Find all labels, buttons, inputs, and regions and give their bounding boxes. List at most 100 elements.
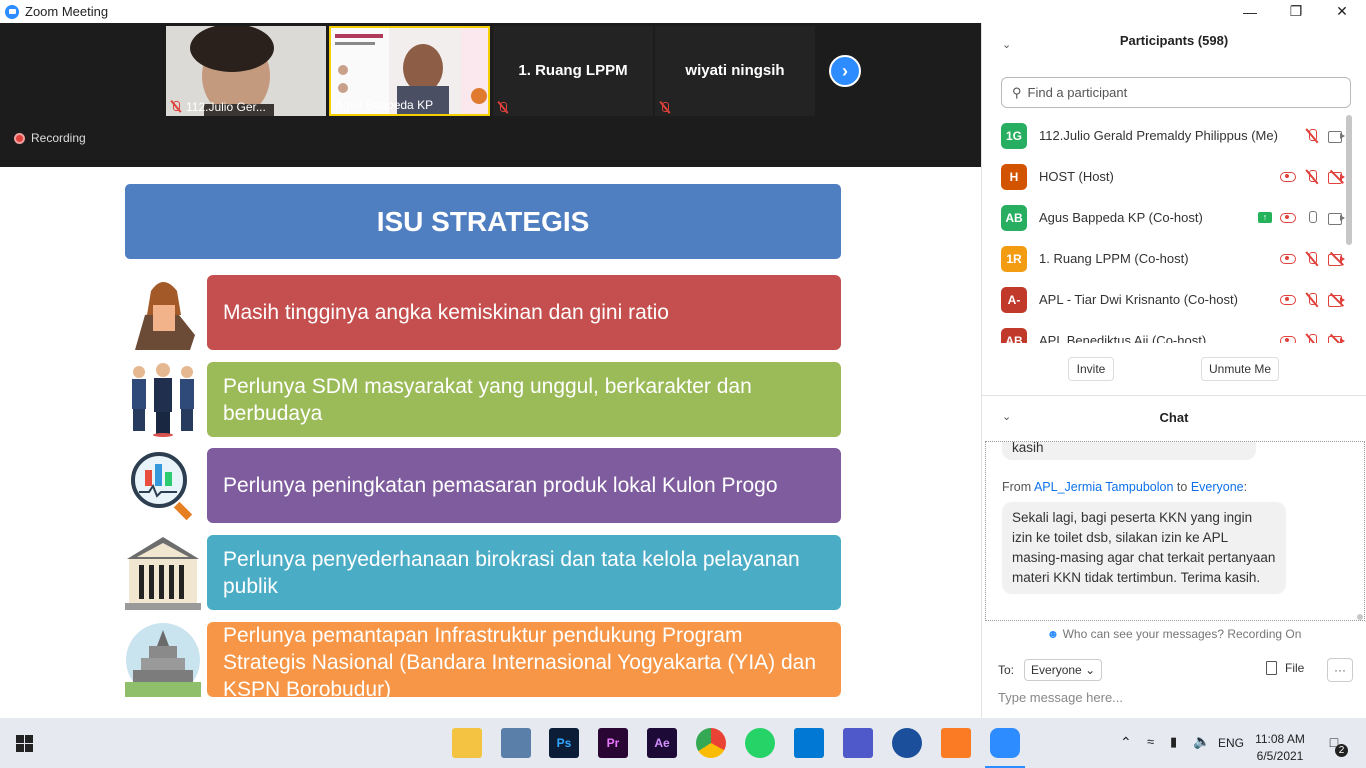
cloud-recording-icon: [1280, 212, 1296, 223]
participant-name: Agus Bappeda KP (Co-host): [1039, 210, 1203, 225]
close-button[interactable]: ✕: [1319, 0, 1365, 23]
notification-count: 2: [1335, 744, 1348, 757]
cloud-recording-icon: [1280, 294, 1296, 305]
maximize-button[interactable]: ❐: [1273, 0, 1319, 23]
muted-mic-icon[interactable]: [1304, 333, 1320, 343]
battery-icon[interactable]: ▮: [1170, 734, 1177, 750]
photos-icon[interactable]: [501, 728, 531, 758]
muted-mic-icon: [659, 102, 671, 114]
participant-row[interactable]: 1G 112.Julio Gerald Premaldy Philippus (…: [1001, 115, 1346, 156]
premiere-icon[interactable]: Pr: [598, 728, 628, 758]
strategic-issue-3: Perlunya peningkatan pemasaran produk lo…: [207, 448, 841, 523]
participant-row[interactable]: AB APL Benediktus Aji (Co-host): [1001, 320, 1346, 343]
avatar: AB: [1001, 327, 1027, 343]
video-tile-wiyati[interactable]: wiyati ningsih: [655, 26, 815, 116]
show-hidden-icons-chevron-icon[interactable]: ⌃: [1120, 734, 1132, 751]
search-icon: ⚲: [1012, 84, 1022, 100]
file-explorer-icon[interactable]: [452, 728, 482, 758]
mic-icon[interactable]: [1304, 210, 1320, 226]
video-tile-julio[interactable]: 112.Julio Ger...: [166, 26, 326, 116]
file-icon: [1266, 661, 1277, 675]
app-icon[interactable]: [892, 728, 922, 758]
participant-row[interactable]: 1R 1. Ruang LPPM (Co-host): [1001, 238, 1346, 279]
chat-input[interactable]: Type message here...: [998, 690, 1123, 705]
xampp-icon[interactable]: [941, 728, 971, 758]
camera-off-icon[interactable]: [1328, 251, 1346, 266]
more-options-button[interactable]: ···: [1327, 658, 1353, 682]
clock[interactable]: 11:08 AM 6/5/2021: [1250, 731, 1310, 765]
chat-message: Sekali lagi, bagi peserta KKN yang ingin…: [1002, 502, 1286, 594]
muted-mic-icon[interactable]: [1304, 292, 1320, 308]
strategic-issue-5: Perlunya pemantapan Infrastruktur penduk…: [207, 622, 841, 701]
participant-row[interactable]: A- APL - Tiar Dwi Krisnanto (Co-host): [1001, 279, 1346, 320]
muted-mic-icon[interactable]: [1304, 251, 1320, 267]
participant-search-input[interactable]: ⚲ Find a participant: [1001, 77, 1351, 108]
market-analysis-icon: [131, 452, 193, 521]
video-strip: 112.Julio Ger... Agus Bappeda KP 1. Ruan…: [0, 23, 981, 167]
camera-icon[interactable]: [1328, 212, 1346, 225]
avatar: 1R: [1001, 245, 1027, 272]
teams-icon[interactable]: [843, 728, 873, 758]
vscode-icon[interactable]: [794, 728, 824, 758]
muted-mic-icon[interactable]: [1304, 128, 1320, 144]
language-indicator[interactable]: ENG: [1218, 736, 1244, 750]
participant-name: 1. Ruang LPPM (Co-host): [1039, 251, 1189, 266]
camera-icon[interactable]: [1328, 130, 1346, 143]
taskbar: Ps Pr Ae ⌃ ≈ ▮ 🔈 ENG 11:08 AM 6/5/2021 □…: [0, 718, 1366, 768]
chat-title: Chat: [1159, 410, 1189, 425]
cloud-recording-icon: [1280, 171, 1296, 182]
muted-mic-icon: [170, 101, 182, 113]
tile-name: 1. Ruang LPPM: [518, 62, 628, 79]
person-icon: ☻: [1046, 627, 1060, 641]
window-title: Zoom Meeting: [25, 4, 109, 19]
photoshop-icon[interactable]: Ps: [549, 728, 579, 758]
minimize-button[interactable]: —: [1227, 0, 1273, 23]
zoom-icon: [5, 4, 19, 19]
borobudur-icon: [125, 623, 201, 697]
tile-name: 112.Julio Ger...: [186, 100, 266, 114]
camera-off-icon[interactable]: [1328, 169, 1346, 184]
participant-name: HOST (Host): [1039, 169, 1114, 184]
invite-button[interactable]: Invite: [1068, 357, 1114, 381]
previous-message: kasih: [1002, 442, 1256, 460]
camera-off-icon[interactable]: [1328, 333, 1346, 343]
wifi-icon[interactable]: ≈: [1147, 734, 1154, 749]
volume-icon[interactable]: 🔈: [1193, 733, 1210, 750]
next-page-button[interactable]: ›: [829, 55, 861, 87]
avatar: H: [1001, 163, 1027, 190]
chrome-icon[interactable]: [696, 728, 726, 758]
tile-name: Agus Bappeda KP: [335, 98, 434, 112]
camera-off-icon[interactable]: [1328, 292, 1346, 307]
chat-scrollbar[interactable]: [1357, 614, 1363, 620]
recipient-link[interactable]: Everyone: [1191, 480, 1244, 494]
slide-title: ISU STRATEGIS: [125, 184, 841, 259]
windows-start-icon[interactable]: [16, 735, 33, 752]
poverty-illustration-icon: [135, 282, 195, 350]
cloud-recording-icon: [1280, 335, 1296, 343]
file-button[interactable]: File: [1266, 661, 1304, 675]
title-bar: Zoom Meeting — ❐ ✕: [0, 0, 1366, 23]
shared-slide: ISU STRATEGIS Masih tingginya angka kemi…: [0, 167, 981, 718]
chat-messages: kasih From APL_Jermia Tampubolon to Ever…: [985, 441, 1365, 621]
business-people-icon: [132, 363, 194, 437]
after-effects-icon[interactable]: Ae: [647, 728, 677, 758]
zoom-taskbar-icon[interactable]: [990, 728, 1020, 758]
participant-name: 112.Julio Gerald Premaldy Philippus (Me): [1039, 128, 1278, 143]
video-tile-agus[interactable]: Agus Bappeda KP: [329, 26, 490, 116]
video-tile-ruang-lppm[interactable]: 1. Ruang LPPM: [493, 26, 653, 116]
message-visibility-info[interactable]: ☻ Who can see your messages? Recording O…: [982, 627, 1366, 641]
participant-row[interactable]: AB Agus Bappeda KP (Co-host) ↑: [1001, 197, 1346, 238]
participants-title: Participants (598): [1119, 33, 1229, 48]
sender-link[interactable]: APL_Jermia Tampubolon: [1034, 480, 1173, 494]
unmute-me-button[interactable]: Unmute Me: [1201, 357, 1279, 381]
avatar: 1G: [1001, 122, 1027, 149]
avatar: AB: [1001, 204, 1027, 231]
strategic-issue-4: Perlunya penyederhanaan birokrasi dan ta…: [207, 535, 841, 610]
participant-row[interactable]: H HOST (Host): [1001, 156, 1346, 197]
participant-scrollbar[interactable]: [1346, 115, 1352, 245]
muted-mic-icon[interactable]: [1304, 169, 1320, 185]
recipient-select[interactable]: Everyone ⌄: [1024, 659, 1103, 681]
strategic-issue-1: Masih tingginya angka kemiskinan dan gin…: [207, 275, 841, 350]
muted-mic-icon: [497, 102, 509, 114]
whatsapp-icon[interactable]: [745, 728, 775, 758]
